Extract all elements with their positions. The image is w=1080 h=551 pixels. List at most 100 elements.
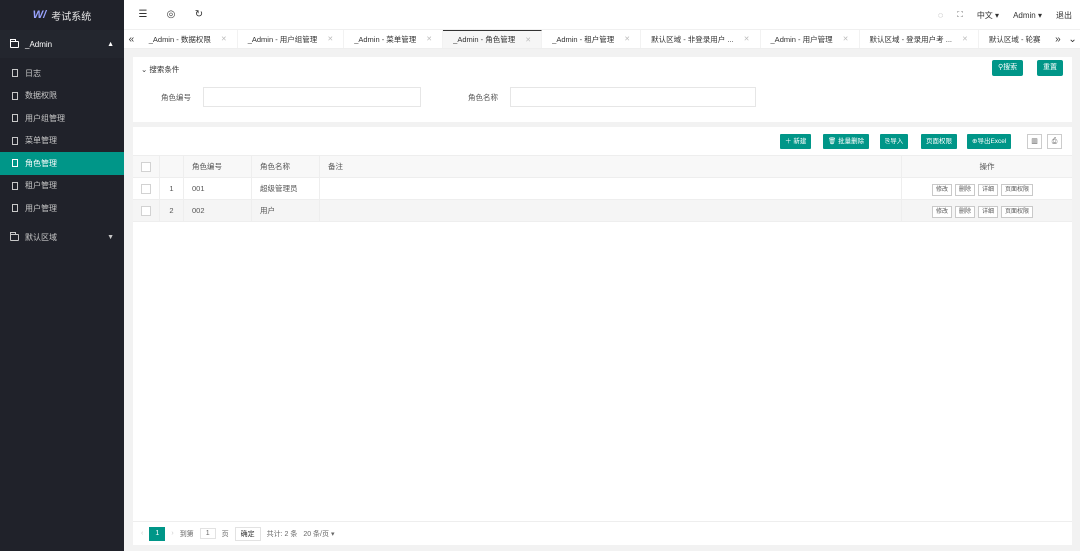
row-role-code: 001 [184,178,252,199]
tab-users[interactable]: _Admin - 用户管理 ✕ [761,30,860,48]
page-current[interactable]: 1 [149,526,166,541]
sidebar-group-default[interactable]: 默认区域 ▼ [0,223,124,252]
sidebar-item-data-permission[interactable]: 数据权限 [0,85,124,108]
tabs-dropdown-icon[interactable]: ⌄ [1065,30,1080,48]
user-name: Admin [1013,10,1036,20]
search-toggle[interactable]: ⌄ 搜索条件 [141,64,179,75]
header-role-name[interactable]: 角色名称 [252,156,320,177]
select-all-checkbox[interactable] [141,162,151,172]
search-button-label: 搜索 [1003,64,1018,71]
import-button[interactable]: ⎘导入 [880,134,909,149]
sidebar-group-admin[interactable]: _Admin ▲ [0,30,124,58]
language-dropdown[interactable]: 中文 ▾ [977,10,999,21]
menu-fold-icon[interactable]: ☰ [134,9,152,20]
goto-page-input[interactable]: 1 [199,528,216,539]
page-size-select[interactable]: 20 条/页 ▾ [303,529,334,539]
tab-label: _Admin - 数据权限 [148,34,211,44]
document-icon [12,136,18,145]
role-code-label: 角色编号 [161,93,191,102]
role-code-input[interactable] [203,87,421,107]
table-header-row: 角色编号 角色名称 备注 操作 [133,155,1072,177]
tab-default-area[interactable]: 默认区域 - 轮赛 [979,30,1051,48]
sidebar-item-roles[interactable]: 角色管理 [0,152,124,175]
close-icon[interactable]: ✕ [843,35,849,43]
globe-icon[interactable]: ◎ [162,9,180,20]
row-checkbox[interactable] [141,184,151,194]
theme-icon[interactable]: ◌ [938,10,943,20]
tabs-scroll-left-icon[interactable]: « [124,30,139,48]
tab-data-permission[interactable]: _Admin - 数据权限 ✕ [139,30,238,48]
pagination: ‹ 1 › 到第 1 页 确定 共计: 2 条 20 条/页 ▾ [133,521,1072,545]
header-role-code[interactable]: 角色编号 [184,156,252,177]
tab-non-login-user[interactable]: 默认区域 - 非登录用户 ... ✕ [641,30,761,48]
close-icon[interactable]: ✕ [624,35,630,43]
app-logo[interactable]: W/ 考试系统 [0,0,124,30]
sidebar-item-users[interactable]: 用户管理 [0,197,124,220]
batch-delete-label: 批量删除 [838,138,865,145]
close-icon[interactable]: ✕ [327,35,333,43]
user-dropdown[interactable]: Admin ▾ [1013,11,1042,20]
tabs-scroll-right-icon[interactable]: » [1051,30,1066,48]
export-excel-button[interactable]: ⊕导出Excel [967,134,1012,149]
detail-button[interactable]: 详细 [978,184,999,196]
row-role-name: 超级管理员 [252,178,320,199]
close-icon[interactable]: ✕ [525,36,531,44]
goto-confirm-button[interactable]: 确定 [234,526,261,541]
search-title: 搜索条件 [149,65,180,74]
fullscreen-icon[interactable]: ⛶ [957,10,963,20]
page-permission-button[interactable]: 页面权限 [921,134,957,149]
next-page-icon[interactable]: › [171,530,173,537]
role-table: 角色编号 角色名称 备注 操作 1 001 超级管理员 修改 删除 详细 页面权限 2… [133,155,1072,222]
sidebar-item-label: 用户管理 [25,203,57,213]
new-button[interactable]: ＋ 新建 [780,134,812,149]
tab-login-user-exam[interactable]: 默认区域 - 登录用户考 ... ✕ [860,30,979,48]
goto-label: 到第 [179,530,194,538]
table-row: 1 001 超级管理员 修改 删除 详细 页面权限 [133,177,1072,199]
header-index-cell [160,156,184,177]
sidebar-item-tenants[interactable]: 租户管理 [0,175,124,198]
folder-icon [10,232,19,241]
search-button[interactable]: ⚲搜索 [992,60,1024,76]
prev-page-icon[interactable]: ‹ [141,530,143,537]
print-icon[interactable]: ⎙ [1047,134,1062,149]
tab-menus[interactable]: _Admin - 菜单管理 ✕ [344,30,444,48]
sidebar-item-menus[interactable]: 菜单管理 [0,130,124,153]
header-remark[interactable]: 备注 [320,156,902,177]
export-label: 导出Excel [977,138,1007,145]
tab-label: _Admin - 租户管理 [552,34,615,44]
caret-up-icon: ▲ [107,40,114,48]
role-name-input[interactable] [510,87,756,107]
tab-tenants[interactable]: _Admin - 租户管理 ✕ [542,30,642,48]
close-icon[interactable]: ✕ [221,35,227,43]
close-icon[interactable]: ✕ [426,35,432,43]
close-icon[interactable]: ✕ [744,35,750,43]
total-count: 共计: 2 条 [266,530,298,538]
tab-label: 默认区域 - 登录用户考 ... [869,34,953,44]
page-permission-row-button[interactable]: 页面权限 [1001,206,1034,218]
logout-link[interactable]: 退出 [1056,10,1072,21]
document-icon [12,181,18,190]
sidebar-item-log[interactable]: 日志 [0,62,124,85]
delete-button[interactable]: 删除 [955,206,976,218]
tab-roles[interactable]: _Admin - 角色管理 ✕ [443,30,543,48]
columns-icon[interactable]: ▥ [1027,134,1042,149]
caret-down-icon: ▼ [107,234,114,241]
delete-button[interactable]: 删除 [955,184,976,196]
row-role-name: 用户 [252,200,320,221]
detail-button[interactable]: 详细 [978,206,999,218]
sidebar: W/ 考试系统 _Admin ▲ 日志 数据权限 用户组管理 菜单管理 角色管理… [0,0,124,551]
sidebar-item-user-groups[interactable]: 用户组管理 [0,107,124,130]
page-unit-label: 页 [221,530,229,538]
close-icon[interactable]: ✕ [962,35,968,43]
app-title: 考试系统 [51,11,92,23]
refresh-icon[interactable]: ↻ [190,9,208,20]
reset-button[interactable]: 重置 [1037,60,1063,76]
edit-button[interactable]: 修改 [932,206,953,218]
row-checkbox[interactable] [141,206,151,216]
edit-button[interactable]: 修改 [932,184,953,196]
document-icon [12,159,18,168]
role-name-label: 角色名称 [468,93,498,102]
batch-delete-button[interactable]: 🗑 批量删除 [823,134,870,149]
tab-user-groups[interactable]: _Admin - 用户组管理 ✕ [238,30,345,48]
page-permission-row-button[interactable]: 页面权限 [1001,184,1034,196]
